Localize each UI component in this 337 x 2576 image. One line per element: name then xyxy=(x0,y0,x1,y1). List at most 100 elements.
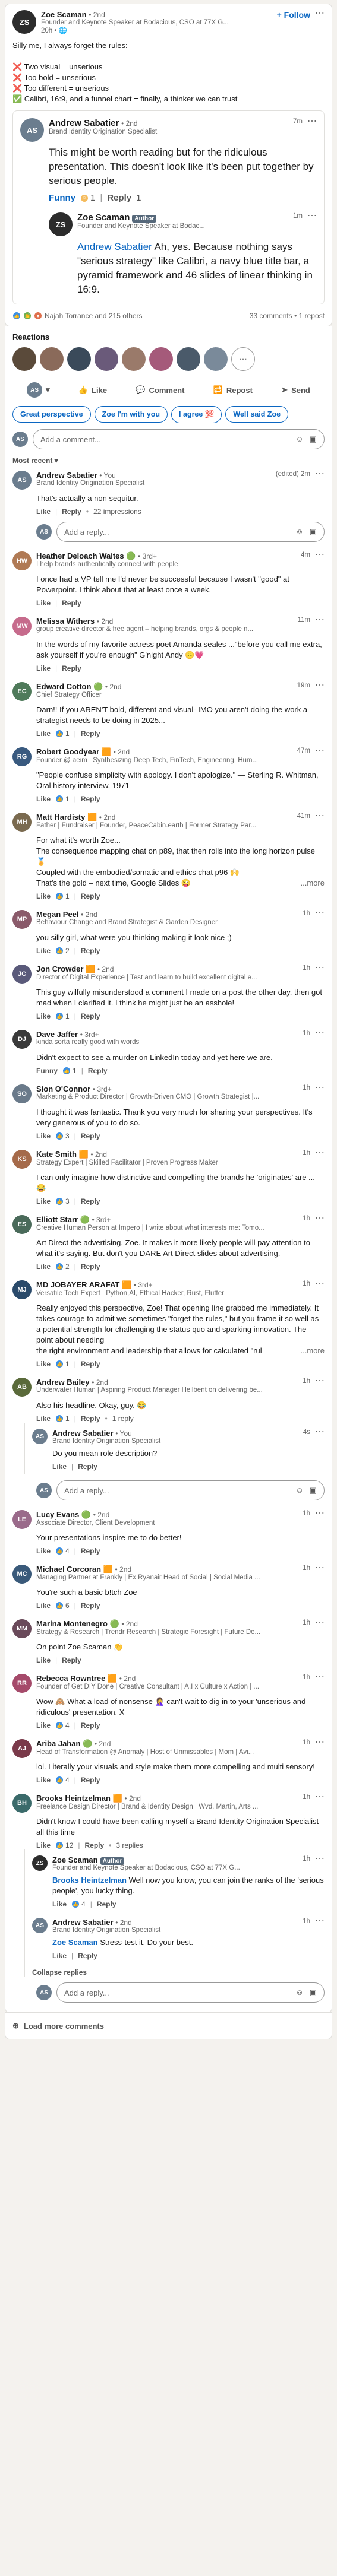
comment-reply-button[interactable]: Reply xyxy=(78,1952,97,1960)
nested-mention[interactable]: Andrew Sabatier xyxy=(77,241,152,252)
suggested-reply-chip[interactable]: Well said Zoe xyxy=(225,406,289,423)
comment-more-icon[interactable]: ⋯ xyxy=(315,963,325,973)
comment-like-button[interactable]: Like xyxy=(36,1721,51,1730)
comment-more-icon[interactable]: ⋯ xyxy=(315,1854,325,1864)
sort-dropdown[interactable]: Most recent ▾ xyxy=(12,456,325,465)
add-reply-input[interactable]: Add a reply... ☺ ▣ xyxy=(56,522,325,542)
comment-like-button[interactable]: Like xyxy=(36,1012,51,1020)
comment-like-button[interactable]: Like xyxy=(36,1197,51,1205)
comment-reply-button[interactable]: Reply xyxy=(62,1656,81,1664)
comment-like-button[interactable]: Like xyxy=(52,1952,67,1960)
send-button[interactable]: ➤ Send xyxy=(281,382,310,398)
comment-reply-button[interactable]: Reply xyxy=(81,1547,100,1555)
follow-button[interactable]: + Follow xyxy=(277,10,310,20)
commenter-name[interactable]: Dave Jaffer xyxy=(36,1030,78,1039)
comment-like-button[interactable]: Like xyxy=(36,1656,51,1664)
commenter-name[interactable]: Sion O'Connor xyxy=(36,1084,90,1093)
comment-reply-button[interactable]: Reply xyxy=(81,729,100,738)
comment-more-icon[interactable]: ⋯ xyxy=(315,1149,325,1158)
comment-reply-button[interactable]: Reply xyxy=(62,507,81,516)
commenter-name[interactable]: Andrew Bailey xyxy=(36,1378,90,1387)
viewer-avatar[interactable]: AS ▾ xyxy=(27,382,50,398)
comment-like-button[interactable]: Like xyxy=(36,664,51,672)
comment-reply-button[interactable]: Reply xyxy=(81,1414,100,1423)
comment-reply-button[interactable]: Reply xyxy=(78,1463,97,1471)
commenter-avatar[interactable]: DJ xyxy=(12,1030,32,1049)
comment-like-button[interactable]: Like xyxy=(36,795,51,803)
quoted-author-avatar[interactable]: AS xyxy=(20,118,44,142)
comment-reply-button[interactable]: Reply xyxy=(97,1900,116,1908)
commenter-avatar[interactable]: AJ xyxy=(12,1739,32,1758)
comment-extra-info[interactable]: 1 reply xyxy=(112,1414,134,1423)
comment-like-button[interactable]: Like xyxy=(36,1547,51,1555)
commenter-name[interactable]: Elliott Starr 🟢 xyxy=(36,1215,90,1224)
commenter-name[interactable]: Rebecca Rowntree 🟧 xyxy=(36,1674,117,1683)
comment-extra-info[interactable]: 3 replies xyxy=(116,1841,143,1849)
comment-more-icon[interactable]: ⋯ xyxy=(315,1738,325,1747)
commenter-name[interactable]: Robert Goodyear 🟧 xyxy=(36,747,111,756)
comment-reply-button[interactable]: Reply xyxy=(81,947,100,955)
comment-extra-info[interactable]: 22 impressions xyxy=(93,507,141,516)
see-more-link[interactable]: ...more xyxy=(301,1346,325,1356)
comment-more-icon[interactable]: ⋯ xyxy=(315,1083,325,1093)
commenter-name[interactable]: Andrew Sabatier xyxy=(52,1918,114,1927)
author-name[interactable]: Zoe Scaman xyxy=(41,10,87,19)
commenter-name[interactable]: Zoe Scaman xyxy=(52,1855,98,1864)
more-options-icon[interactable]: ⋯ xyxy=(315,9,325,18)
comment-more-icon[interactable]: ⋯ xyxy=(315,811,325,821)
collapse-replies-button[interactable]: Collapse replies xyxy=(32,1968,325,1977)
commenter-name[interactable]: Matt Hardisty 🟧 xyxy=(36,813,97,821)
repost-button[interactable]: 🔁 Repost xyxy=(213,382,253,398)
comment-reply-button[interactable]: Reply xyxy=(81,1132,100,1140)
comment-like-button[interactable]: Like xyxy=(36,1841,51,1849)
comment-reply-button[interactable]: Reply xyxy=(81,1776,100,1784)
comment-like-button[interactable]: Like xyxy=(36,1601,51,1610)
comment-like-button[interactable]: Like xyxy=(52,1900,67,1908)
reactions-summary[interactable]: Najah Torrance and 215 others xyxy=(45,312,143,320)
comment-like-button[interactable]: Like xyxy=(36,507,51,516)
comment-more-icon[interactable]: ⋯ xyxy=(315,1618,325,1628)
comment-reply-button[interactable]: Reply xyxy=(81,795,100,803)
author-avatar[interactable]: ZS xyxy=(12,10,36,34)
commenter-avatar[interactable]: AS xyxy=(32,1918,48,1933)
comment-more-icon[interactable]: ⋯ xyxy=(315,550,325,560)
commenter-avatar[interactable]: MW xyxy=(12,617,32,636)
suggested-reply-chip[interactable]: Great perspective xyxy=(12,406,91,423)
comment-reply-button[interactable]: Reply xyxy=(81,1601,100,1610)
image-icon[interactable]: ▣ xyxy=(310,1988,317,1997)
reactor-avatar[interactable] xyxy=(95,347,118,371)
quoted-more-icon[interactable]: ⋯ xyxy=(307,117,317,126)
comment-reply-button[interactable]: Reply xyxy=(62,599,81,607)
more-reactors-icon[interactable]: ⋯ xyxy=(231,347,255,371)
comment-like-button[interactable]: Like xyxy=(36,599,51,607)
reactor-avatar[interactable] xyxy=(177,347,200,371)
comment-reply-button[interactable]: Reply xyxy=(81,1012,100,1020)
comment-more-icon[interactable]: ⋯ xyxy=(315,1376,325,1386)
reactor-avatar[interactable] xyxy=(122,347,146,371)
comment-more-icon[interactable]: ⋯ xyxy=(315,746,325,756)
add-reply-input[interactable]: Add a reply... ☺ ▣ xyxy=(56,1480,325,1500)
commenter-name[interactable]: Andrew Sabatier xyxy=(36,471,97,480)
quoted-reply-button[interactable]: Reply xyxy=(107,193,131,203)
add-reply-input[interactable]: Add a reply... ☺ ▣ xyxy=(56,1982,325,2003)
emoji-icon[interactable]: ☺ xyxy=(295,527,303,537)
reactor-avatar[interactable] xyxy=(204,347,228,371)
comment-more-icon[interactable]: ⋯ xyxy=(315,616,325,625)
commenter-name[interactable]: Kate Smith 🟧 xyxy=(36,1150,89,1159)
comment-like-button[interactable]: Like xyxy=(36,1360,51,1368)
comment-more-icon[interactable]: ⋯ xyxy=(315,1917,325,1926)
commenter-avatar[interactable]: ES xyxy=(12,1215,32,1234)
nested-more-icon[interactable]: ⋯ xyxy=(307,211,317,221)
suggested-reply-chip[interactable]: Zoe I'm with you xyxy=(94,406,168,423)
comment-like-button[interactable]: Like xyxy=(52,1463,67,1471)
comment-more-icon[interactable]: ⋯ xyxy=(315,909,325,918)
comment-button[interactable]: 💬 Comment xyxy=(136,382,184,398)
commenter-name[interactable]: Edward Cotton 🟢 xyxy=(36,682,103,691)
comment-like-button[interactable]: Funny xyxy=(36,1067,58,1075)
comment-more-icon[interactable]: ⋯ xyxy=(315,1673,325,1682)
comment-more-icon[interactable]: ⋯ xyxy=(315,1279,325,1289)
commenter-name[interactable]: Brooks Heintzelman 🟧 xyxy=(36,1794,122,1803)
like-button[interactable]: 👍 Like xyxy=(78,382,107,398)
nested-author-name[interactable]: Zoe Scaman xyxy=(77,212,130,223)
commenter-name[interactable]: Andrew Sabatier xyxy=(52,1429,114,1438)
